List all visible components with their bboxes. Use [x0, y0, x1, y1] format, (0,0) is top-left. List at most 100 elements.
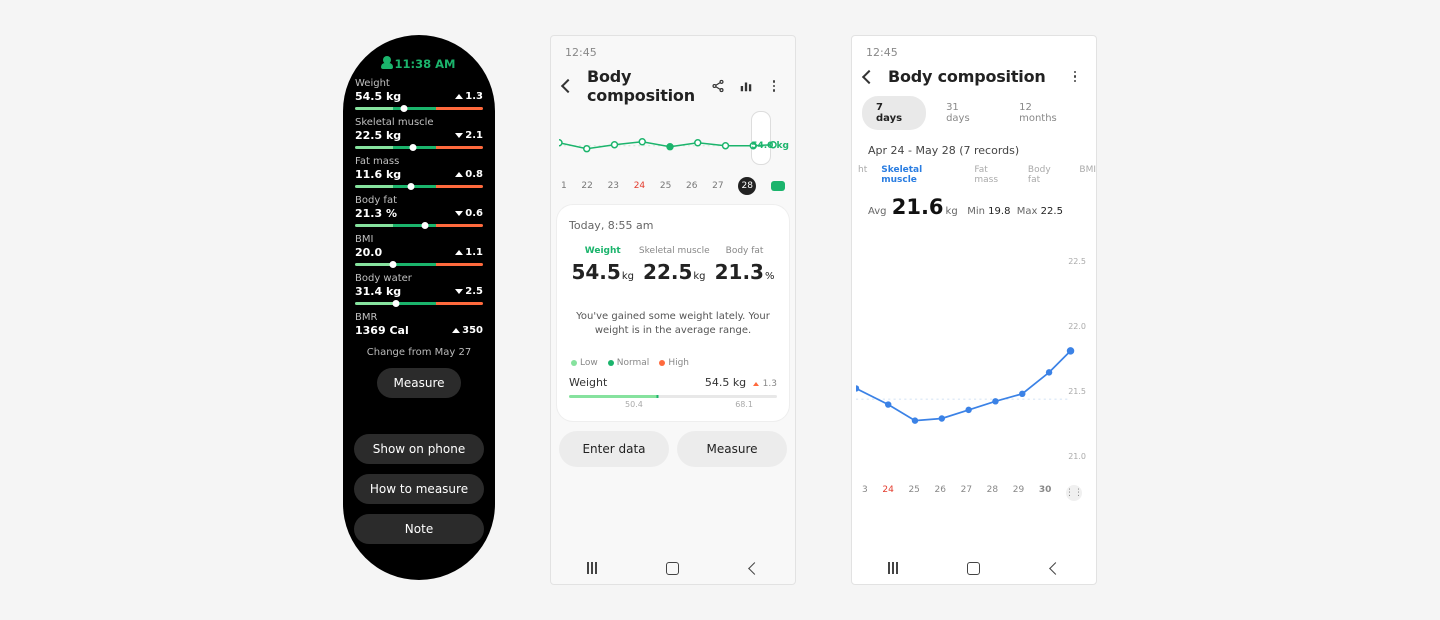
metric-value: 54.5 kg [355, 90, 401, 103]
measure-button[interactable]: Measure [377, 368, 461, 398]
metric-gauge [355, 185, 483, 188]
metric-label: Body water [355, 273, 483, 284]
weight-value: 54.5 kg 1.3 [705, 376, 777, 389]
metric-label: Weight [355, 78, 483, 89]
up-triangle-icon [455, 94, 463, 99]
page-title: Body composition [587, 67, 699, 105]
metric-delta: 2.1 [455, 130, 483, 141]
metric-bmi: BMI20.01.1 [353, 234, 485, 266]
statusbar-time: 12:45 [852, 36, 1096, 63]
home-button[interactable] [966, 560, 982, 576]
today-timestamp: Today, 8:55 am [569, 219, 777, 232]
metric-value: 20.0 [355, 246, 382, 259]
tab-7-days[interactable]: 7 days [862, 96, 926, 130]
note-button[interactable]: Note [354, 514, 484, 544]
metric-delta: 0.6 [455, 208, 483, 219]
metric-delta: 2.5 [455, 286, 483, 297]
metric-chips: ht Skeletal muscle Fat mass Body fat BMI [852, 165, 1096, 185]
chip-bmi[interactable]: BMI [1079, 165, 1096, 185]
date-tick[interactable]: 24 [634, 181, 645, 191]
chip-body-fat[interactable]: Body fat [1028, 165, 1065, 185]
share-button[interactable] [709, 77, 727, 95]
metric-body-water: Body water31.4 kg2.5 [353, 273, 485, 305]
share-icon [711, 79, 725, 93]
recents-button[interactable] [584, 560, 600, 576]
up-triangle-icon [455, 250, 463, 255]
android-navbar [551, 560, 795, 576]
weight-scale: 50.468.1 [569, 398, 777, 409]
titlebar: Body composition [551, 63, 795, 115]
how-to-measure-button[interactable]: How to measure [354, 474, 484, 504]
metric-tabs: Weight54.5kgSkeletal muscle22.5kgBody fa… [569, 246, 777, 284]
chip-ht[interactable]: ht [858, 165, 867, 185]
metric-gauge [355, 107, 483, 110]
watch-status: 11:38 AM [353, 57, 485, 71]
scale-icon[interactable] [771, 181, 785, 191]
metric-tab-skeletal-muscle[interactable]: Skeletal muscle22.5kg [639, 246, 710, 284]
metric-delta: 350 [452, 325, 483, 336]
more-button[interactable] [765, 77, 783, 95]
metric-bmr: BMR1369 Cal350 [353, 312, 485, 337]
range-tabs: 7 days31 days12 months [852, 96, 1096, 130]
chevron-left-icon [862, 69, 876, 83]
metric-name: Weight [571, 246, 634, 256]
metric-name: Body fat [715, 246, 775, 256]
stats-button[interactable] [737, 77, 755, 95]
weight-row: Weight 54.5 kg 1.3 [569, 376, 777, 389]
legend: Low Normal High [571, 358, 775, 368]
more-button[interactable] [1066, 68, 1084, 86]
metric-tab-body-fat[interactable]: Body fat21.3% [715, 246, 775, 284]
back-button[interactable] [559, 77, 577, 95]
y-tick: 22.5 [1068, 257, 1086, 266]
metric-tab-weight[interactable]: Weight54.5kg [571, 246, 634, 284]
gauge-marker [390, 261, 397, 268]
y-tick: 22.0 [1068, 322, 1086, 331]
metric-label: Skeletal muscle [355, 117, 483, 128]
show-on-phone-button[interactable]: Show on phone [354, 434, 484, 464]
titlebar: Body composition [852, 63, 1096, 96]
insight-text: You've gained some weight lately. Your w… [575, 310, 771, 338]
stats-line: Avg 21.6kg Min 19.8 Max 22.5 [852, 185, 1096, 219]
tab-31-days[interactable]: 31 days [932, 96, 999, 130]
gauge-marker [408, 183, 415, 190]
date-tick[interactable]: 22 [581, 181, 592, 191]
weight-sparkline[interactable]: 54.0 kg [559, 115, 787, 175]
metric-delta: 1.3 [455, 91, 483, 102]
date-axis[interactable]: 1 22 23 24 25 26 27 28 [551, 177, 795, 195]
date-today[interactable]: 28 [738, 177, 756, 195]
home-button[interactable] [665, 560, 681, 576]
phone-today-view: 12:45 Body composition 54.0 kg [550, 35, 796, 585]
metric-value: 11.6 kg [355, 168, 401, 181]
y-tick: 21.5 [1068, 387, 1086, 396]
down-triangle-icon [455, 133, 463, 138]
statusbar-time: 12:45 [551, 36, 795, 63]
phone-trend-view: 12:45 Body composition 7 days31 days12 m… [851, 35, 1097, 585]
tab-12-months[interactable]: 12 months [1005, 96, 1086, 130]
back-nav-button[interactable] [1047, 560, 1063, 576]
legend-low: Low [571, 358, 598, 368]
chip-fat-mass[interactable]: Fat mass [974, 165, 1014, 185]
kebab-icon [1074, 71, 1077, 83]
chip-skeletal-muscle[interactable]: Skeletal muscle [881, 165, 960, 185]
enter-data-button[interactable]: Enter data [559, 431, 669, 467]
metric-label: BMI [355, 234, 483, 245]
back-button[interactable] [860, 68, 878, 86]
measure-button[interactable]: Measure [677, 431, 787, 467]
back-nav-button[interactable] [746, 560, 762, 576]
recents-button[interactable] [885, 560, 901, 576]
y-tick: 21.0 [1068, 452, 1086, 461]
trend-chart-svg [856, 249, 1092, 496]
date-tick[interactable]: 1 [561, 181, 567, 191]
gauge-marker [422, 222, 429, 229]
metric-body-fat: Body fat21.3 %0.6 [353, 195, 485, 227]
up-triangle-icon [455, 172, 463, 177]
date-tick[interactable]: 27 [712, 181, 723, 191]
y-axis-ticks: 22.5 22.0 21.5 21.0 [1068, 249, 1086, 479]
date-tick[interactable]: 26 [686, 181, 697, 191]
metric-value: 22.5kg [639, 260, 710, 284]
metric-fat-mass: Fat mass11.6 kg0.8 [353, 156, 485, 188]
date-tick[interactable]: 23 [608, 181, 619, 191]
date-tick[interactable]: 25 [660, 181, 671, 191]
watch-time: 11:38 AM [395, 57, 456, 71]
trend-chart[interactable]: 22.5 22.0 21.5 21.0 [856, 249, 1092, 479]
